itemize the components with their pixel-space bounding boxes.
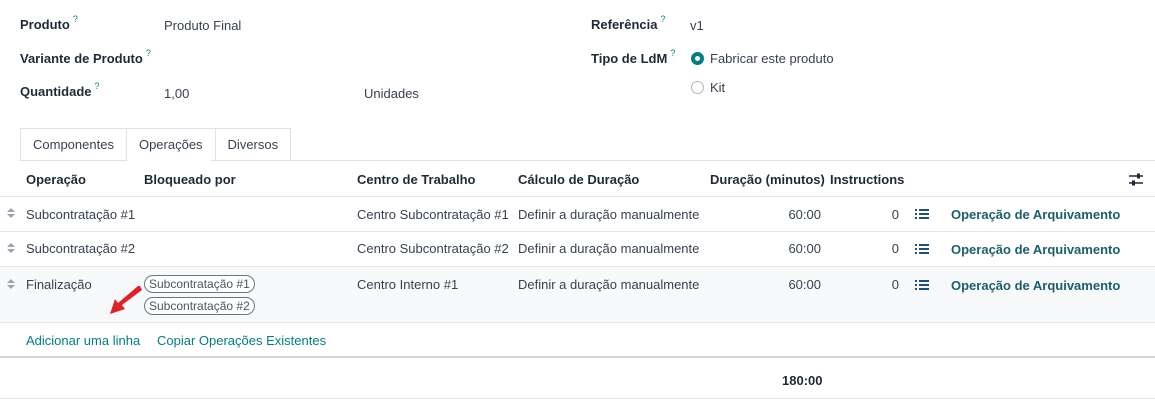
tipo-ldm-label: Tipo de LdM? <box>591 48 676 66</box>
drag-handle-icon[interactable] <box>7 208 15 220</box>
help-icon[interactable]: ? <box>146 48 151 58</box>
produto-label: Produto? <box>20 14 78 32</box>
footer-border <box>0 356 1155 358</box>
radio-checked-icon[interactable] <box>691 52 704 65</box>
help-icon[interactable]: ? <box>670 48 675 58</box>
copy-operations-link[interactable]: Copiar Operações Existentes <box>157 333 326 348</box>
radio-fabricar[interactable]: Fabricar este produto <box>691 51 834 66</box>
referencia-field[interactable]: v1 <box>690 18 704 33</box>
row1-duracao[interactable]: 60:00 <box>760 207 821 222</box>
row2-centro[interactable]: Centro Subcontratação #2 <box>357 241 509 256</box>
drag-handle-icon[interactable] <box>7 279 15 291</box>
row2-duracao[interactable]: 60:00 <box>760 241 821 256</box>
row1-calculo[interactable]: Definir a duração manualmente <box>518 207 699 222</box>
col-bloqueado-por[interactable]: Bloqueado por <box>144 172 236 187</box>
help-icon[interactable]: ? <box>73 14 78 24</box>
radio-kit-label: Kit <box>710 80 726 95</box>
tab-componentes[interactable]: Componentes <box>20 128 127 160</box>
header-border <box>0 196 1155 197</box>
col-duracao-minutos[interactable]: Duração (minutos) <box>710 172 825 187</box>
row3-centro[interactable]: Centro Interno #1 <box>357 277 458 292</box>
row3-calculo[interactable]: Definir a duração manualmente <box>518 277 699 292</box>
quantidade-unit[interactable]: Unidades <box>364 86 419 101</box>
radio-unchecked-icon[interactable] <box>691 81 704 94</box>
col-instructions[interactable]: Instructions <box>830 172 904 187</box>
help-icon[interactable]: ? <box>95 81 100 91</box>
produto-field[interactable]: Produto Final <box>164 18 241 33</box>
row3-archive-button[interactable]: Operação de Arquivamento <box>951 278 1120 293</box>
list-icon[interactable] <box>915 209 929 220</box>
row1-instructions[interactable]: 0 <box>860 207 899 222</box>
row3-duracao[interactable]: 60:00 <box>760 277 821 292</box>
row1-centro[interactable]: Centro Subcontratação #1 <box>357 207 509 222</box>
quantidade-field[interactable]: 1,00 <box>164 86 189 101</box>
tab-diversos[interactable]: Diversos <box>214 128 292 160</box>
blocked-by-tag[interactable]: Subcontratação #1 <box>144 275 255 293</box>
active-tab-gap <box>127 160 211 161</box>
list-icon[interactable] <box>915 280 929 291</box>
help-icon[interactable]: ? <box>660 14 665 24</box>
col-centro-trabalho[interactable]: Centro de Trabalho <box>357 172 475 187</box>
row3-operacao[interactable]: Finalização <box>26 277 92 292</box>
tab-operacoes[interactable]: Operações <box>125 128 216 160</box>
row2-calculo[interactable]: Definir a duração manualmente <box>518 241 699 256</box>
col-calculo-duracao[interactable]: Cálculo de Duração <box>518 172 639 187</box>
row1-archive-button[interactable]: Operação de Arquivamento <box>951 207 1120 222</box>
drag-handle-icon[interactable] <box>7 243 15 255</box>
total-duration: 180:00 <box>782 373 823 388</box>
blocked-by-tag[interactable]: Subcontratação #2 <box>144 297 255 315</box>
radio-fabricar-label: Fabricar este produto <box>710 51 834 66</box>
row3-instructions[interactable]: 0 <box>860 277 899 292</box>
optional-columns-icon[interactable] <box>1129 173 1143 186</box>
row1-operacao[interactable]: Subcontratação #1 <box>26 207 135 222</box>
bottom-border <box>0 398 1155 399</box>
radio-kit[interactable]: Kit <box>691 80 725 95</box>
row2-operacao[interactable]: Subcontratação #2 <box>26 241 135 256</box>
referencia-label: Referência? <box>591 14 666 32</box>
row-border <box>0 322 1155 323</box>
quantidade-label: Quantidade? <box>20 81 100 99</box>
notebook-tabs: Componentes Operações Diversos <box>20 128 292 160</box>
row-border <box>0 231 1155 232</box>
row2-archive-button[interactable]: Operação de Arquivamento <box>951 242 1120 257</box>
arrow-annotation-icon <box>110 286 142 314</box>
variante-label: Variante de Produto? <box>20 48 151 66</box>
add-line-link[interactable]: Adicionar uma linha <box>26 333 140 348</box>
list-icon[interactable] <box>915 244 929 255</box>
col-operacao[interactable]: Operação <box>26 172 86 187</box>
row2-instructions[interactable]: 0 <box>860 241 899 256</box>
